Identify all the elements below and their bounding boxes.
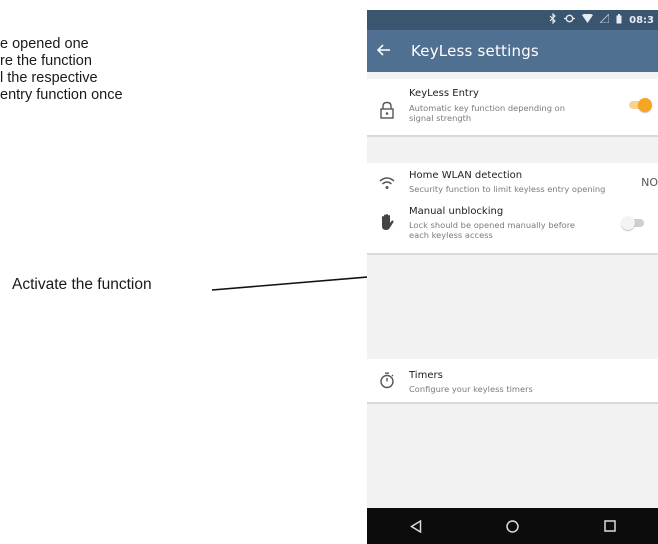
back-arrow-icon[interactable]	[367, 41, 401, 61]
manual-line: e opened one	[0, 36, 89, 52]
lock-icon	[379, 101, 399, 121]
phone-screen: 08:3 KeyLess settings KeyLess Entry Auto…	[367, 10, 658, 544]
keyless-entry-subtitle-2: signal strength	[409, 113, 472, 123]
bluetooth-icon	[549, 12, 557, 27]
status-bar: 08:3	[367, 10, 658, 30]
manual-line: entry function once	[0, 87, 123, 103]
sync-icon	[564, 13, 576, 27]
home-wlan-subtitle: Security function to limit keyless entry…	[409, 184, 606, 194]
home-wlan-title: Home WLAN detection	[409, 170, 523, 181]
navigation-bar	[367, 508, 658, 544]
manual-unblocking-title: Manual unblocking	[409, 206, 504, 217]
recents-square-icon[interactable]	[590, 508, 630, 544]
manual-line: l the respective	[0, 70, 98, 86]
callout-label: Activate the function	[12, 276, 152, 293]
security-card: Home WLAN detection Security function to…	[367, 163, 658, 255]
keyless-entry-title: KeyLess Entry	[409, 88, 479, 99]
back-triangle-icon[interactable]	[396, 508, 436, 544]
wifi-icon	[379, 175, 399, 195]
signal-icon	[598, 12, 610, 26]
manual-instructions: e opened one re the function l the respe…	[0, 36, 200, 104]
home-circle-icon[interactable]	[493, 508, 533, 544]
timers-subtitle: Configure your keyless timers	[409, 384, 533, 394]
timers-title: Timers	[409, 370, 443, 381]
manual-unblocking-subtitle-2: each keyless access	[409, 230, 493, 240]
keyless-entry-subtitle-1: Automatic key function depending on	[409, 103, 565, 113]
keyless-entry-card: KeyLess Entry Automatic key function dep…	[367, 79, 658, 137]
manual-unblocking-toggle[interactable]	[621, 216, 647, 230]
timers-row[interactable]: Timers Configure your keyless timers	[367, 359, 658, 402]
timer-icon	[379, 372, 399, 392]
battery-icon	[616, 13, 622, 27]
timers-card: Timers Configure your keyless timers	[367, 359, 658, 404]
manual-line: re the function	[0, 53, 92, 69]
keyless-entry-toggle[interactable]	[626, 98, 652, 112]
manual-unblocking-row[interactable]: Manual unblocking Lock should be opened …	[367, 206, 658, 252]
wifi-icon	[582, 13, 594, 26]
page-title: KeyLess settings	[411, 42, 539, 60]
app-bar: KeyLess settings	[367, 30, 658, 72]
status-time: 08:3	[629, 14, 654, 26]
manual-unblocking-subtitle-1: Lock should be opened manually before	[409, 220, 576, 230]
home-wlan-row[interactable]: Home WLAN detection Security function to…	[367, 163, 658, 203]
hand-icon	[379, 213, 399, 233]
home-wlan-value: NO	[641, 176, 658, 189]
keyless-entry-row[interactable]: KeyLess Entry Automatic key function dep…	[367, 79, 658, 135]
